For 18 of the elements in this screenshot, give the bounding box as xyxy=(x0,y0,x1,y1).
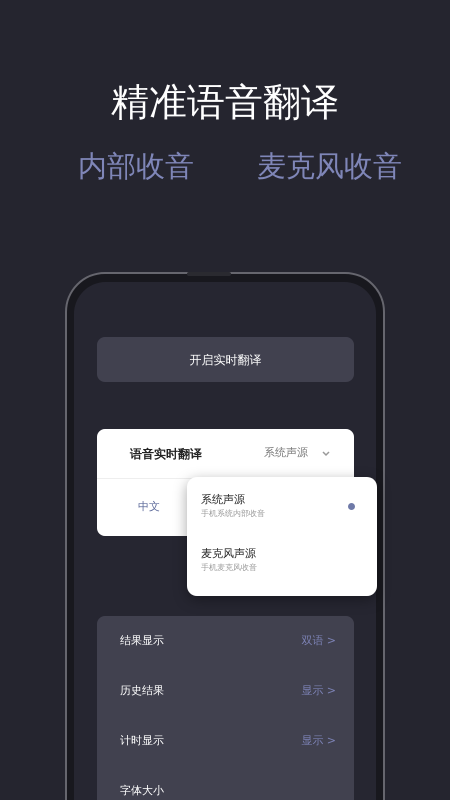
option-description: 手机麦克风收音 xyxy=(201,562,258,574)
menu-option-row[interactable]: 系统声源 手机系统内部收音 xyxy=(201,479,377,533)
menu-option-row[interactable]: 麦克风声源 手机麦克风收音 xyxy=(201,533,377,587)
setting-label: 字体大小 xyxy=(120,782,164,799)
setting-label: 语音实时翻译 xyxy=(130,446,203,462)
subtitle: 麦克风收音 xyxy=(257,148,402,185)
option-description: 手机系统内部收音 xyxy=(201,508,266,520)
menu-option[interactable]: 麦克风声源 xyxy=(201,546,355,562)
start-translation-button[interactable]: 开启实时翻译 xyxy=(97,337,354,382)
headline: 精准语音翻译 xyxy=(110,79,340,126)
setting-label: 计时显示 xyxy=(120,732,164,749)
language-value[interactable]: 中文 xyxy=(97,479,160,516)
setting-label: 结果显示 xyxy=(120,632,164,649)
source-value[interactable]: 系统声源 xyxy=(264,445,308,462)
setting-label: 历史结果 xyxy=(120,682,164,699)
chevron-down-icon[interactable] xyxy=(322,450,330,456)
menu-option[interactable]: 系统声源 xyxy=(201,492,348,508)
subtitle: 内部收音 xyxy=(78,148,194,185)
